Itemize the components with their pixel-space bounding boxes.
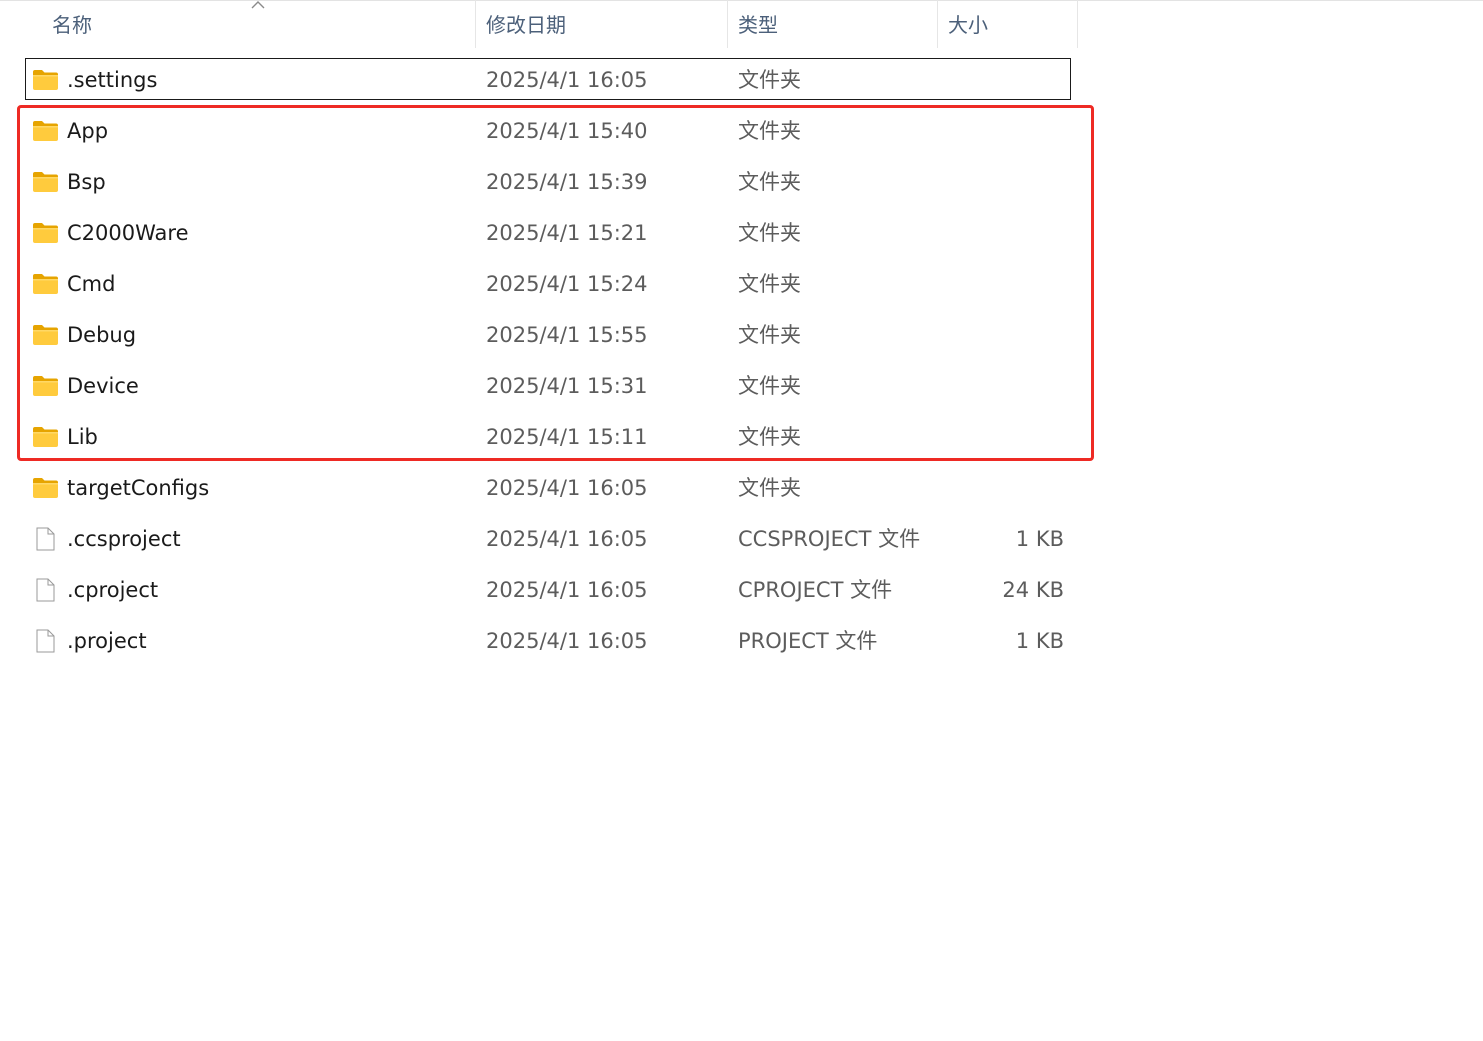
file-type: 文件夹	[738, 323, 801, 347]
file-row[interactable]: App 2025/4/1 15:40 文件夹	[0, 106, 1080, 157]
file-row[interactable]: .settings 2025/4/1 16:05 文件夹	[0, 55, 1080, 106]
file-size	[940, 412, 1064, 463]
file-date: 2025/4/1 15:11	[486, 425, 648, 449]
file-size	[940, 157, 1064, 208]
file-type: 文件夹	[738, 221, 801, 245]
folder-icon	[32, 374, 59, 398]
file-date: 2025/4/1 15:39	[486, 170, 648, 194]
column-header-size[interactable]: 大小	[948, 0, 1068, 48]
folder-icon	[32, 272, 59, 296]
file-type: 文件夹	[738, 476, 801, 500]
file-size: 1 KB	[1015, 527, 1064, 551]
file-date: 2025/4/1 16:05	[486, 527, 648, 551]
file-name: .project	[67, 629, 147, 653]
folder-icon	[32, 119, 59, 143]
file-size	[940, 463, 1064, 514]
column-divider[interactable]	[727, 0, 728, 48]
file-icon	[32, 527, 59, 551]
folder-icon	[32, 323, 59, 347]
file-row[interactable]: Debug 2025/4/1 15:55 文件夹	[0, 310, 1080, 361]
file-size: 24 KB	[1002, 578, 1064, 602]
file-name: Device	[67, 374, 139, 398]
file-name: C2000Ware	[67, 221, 189, 245]
file-date: 2025/4/1 16:05	[486, 578, 648, 602]
file-icon	[32, 629, 59, 653]
file-date: 2025/4/1 15:24	[486, 272, 648, 296]
file-name: targetConfigs	[67, 476, 210, 500]
column-divider[interactable]	[937, 0, 938, 48]
file-type: 文件夹	[738, 374, 801, 398]
column-divider[interactable]	[475, 0, 476, 48]
file-row[interactable]: Bsp 2025/4/1 15:39 文件夹	[0, 157, 1080, 208]
file-name: Cmd	[67, 272, 116, 296]
file-type: CCSPROJECT 文件	[738, 527, 921, 551]
file-list-view: 名称 修改日期 类型 大小 .settings 2025/4/1 16:05 文件夹…	[0, 0, 1483, 1041]
file-row[interactable]: .project 2025/4/1 16:05 PROJECT 文件 1 KB	[0, 616, 1080, 667]
file-name: .cproject	[67, 578, 159, 602]
file-type: 文件夹	[738, 425, 801, 449]
file-size	[940, 361, 1064, 412]
file-name: .ccsproject	[67, 527, 181, 551]
file-name: App	[67, 119, 109, 143]
folder-icon	[32, 221, 59, 245]
file-date: 2025/4/1 15:31	[486, 374, 648, 398]
column-header-type[interactable]: 类型	[738, 0, 928, 48]
file-date: 2025/4/1 15:40	[486, 119, 648, 143]
file-size	[940, 55, 1064, 106]
file-size	[940, 106, 1064, 157]
file-type: CPROJECT 文件	[738, 578, 893, 602]
file-rows: .settings 2025/4/1 16:05 文件夹 App 2025/4/1 15…	[0, 55, 1080, 667]
column-header-date[interactable]: 修改日期	[486, 0, 721, 48]
file-size	[940, 259, 1064, 310]
folder-icon	[32, 476, 59, 500]
file-type: PROJECT 文件	[738, 629, 878, 653]
file-date: 2025/4/1 16:05	[486, 476, 648, 500]
column-header-bar: 名称 修改日期 类型 大小	[0, 0, 1080, 48]
file-name: Lib	[67, 425, 98, 449]
file-size	[940, 310, 1064, 361]
file-row[interactable]: targetConfigs 2025/4/1 16:05 文件夹	[0, 463, 1080, 514]
file-size	[940, 208, 1064, 259]
file-row[interactable]: Cmd 2025/4/1 15:24 文件夹	[0, 259, 1080, 310]
folder-icon	[32, 425, 59, 449]
file-name: .settings	[67, 68, 158, 92]
file-icon	[32, 578, 59, 602]
file-row[interactable]: Device 2025/4/1 15:31 文件夹	[0, 361, 1080, 412]
file-row[interactable]: C2000Ware 2025/4/1 15:21 文件夹	[0, 208, 1080, 259]
file-type: 文件夹	[738, 119, 801, 143]
file-name: Bsp	[67, 170, 106, 194]
folder-icon	[32, 170, 59, 194]
file-date: 2025/4/1 16:05	[486, 68, 648, 92]
chevron-up-icon	[251, 1, 265, 9]
file-size: 1 KB	[1015, 629, 1064, 653]
column-divider[interactable]	[1077, 0, 1078, 48]
file-type: 文件夹	[738, 272, 801, 296]
file-row[interactable]: .cproject 2025/4/1 16:05 CPROJECT 文件 24 KB	[0, 565, 1080, 616]
file-date: 2025/4/1 15:21	[486, 221, 648, 245]
file-type: 文件夹	[738, 170, 801, 194]
file-type: 文件夹	[738, 68, 801, 92]
folder-icon	[32, 68, 59, 92]
file-name: Debug	[67, 323, 137, 347]
file-row[interactable]: Lib 2025/4/1 15:11 文件夹	[0, 412, 1080, 463]
file-date: 2025/4/1 15:55	[486, 323, 648, 347]
file-row[interactable]: .ccsproject 2025/4/1 16:05 CCSPROJECT 文件 1 …	[0, 514, 1080, 565]
file-date: 2025/4/1 16:05	[486, 629, 648, 653]
